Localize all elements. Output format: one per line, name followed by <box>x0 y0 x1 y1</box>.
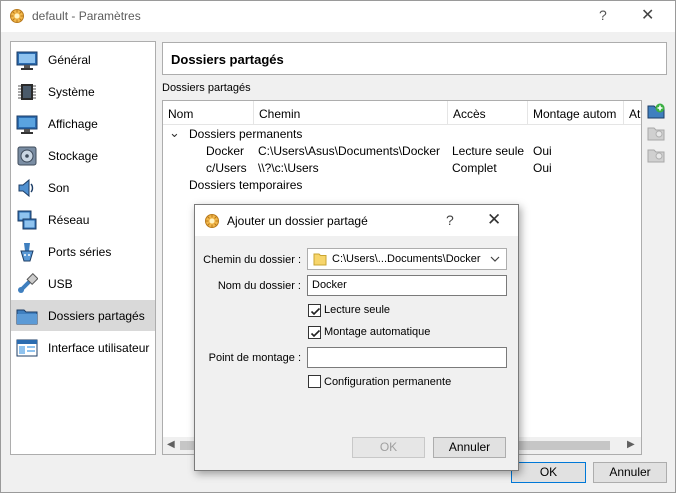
scroll-right-icon[interactable]: ▶ <box>627 439 635 450</box>
permanent-checkbox[interactable] <box>308 375 321 388</box>
sidebar-item-audio[interactable]: Son <box>11 172 155 203</box>
automount-checkbox[interactable] <box>308 326 321 339</box>
sidebar-item-system[interactable]: Système <box>11 76 155 107</box>
column-header-access[interactable]: Accès <box>453 107 486 121</box>
virtualbox-app-icon <box>204 213 220 232</box>
sidebar-item-label: Dossiers partagés <box>48 309 145 323</box>
dialog-title: Ajouter un dossier partagé <box>227 214 368 228</box>
sidebar-item-label: Réseau <box>48 213 90 227</box>
tree-header: Nom Chemin Accès Montage autom At <box>163 101 641 125</box>
add-shared-folder-dialog: Ajouter un dossier partagé ? ✕ Chemin du… <box>194 204 519 471</box>
sidebar-item-display[interactable]: Affichage <box>11 108 155 139</box>
sidebar-item-label: Stockage <box>48 149 99 163</box>
folder-icon <box>313 252 327 269</box>
sidebar-item-serial-ports[interactable]: Ports séries <box>11 236 155 267</box>
monitor-general-icon <box>16 49 38 71</box>
user-interface-icon <box>16 337 38 359</box>
folder-name-label: Nom du dossier : <box>217 280 301 292</box>
close-icon[interactable]: ✕ <box>641 5 654 25</box>
column-separator[interactable] <box>623 101 624 124</box>
sidebar-item-label: Général <box>48 53 91 67</box>
sidebar-item-label: Affichage <box>48 117 98 131</box>
help-icon[interactable]: ? <box>446 212 454 228</box>
column-header-name[interactable]: Nom <box>168 107 193 121</box>
serial-port-icon <box>16 241 38 263</box>
help-icon[interactable]: ? <box>599 7 607 23</box>
group-label: Dossiers partagés <box>162 82 251 94</box>
network-icon <box>16 209 38 231</box>
dialog-cancel-button[interactable]: Annuler <box>433 437 506 458</box>
table-row-name[interactable]: c/Users <box>206 161 247 175</box>
table-row-automount: Oui <box>533 161 552 175</box>
dialog-title-bar: Ajouter un dossier partagé ? ✕ <box>195 205 518 236</box>
automount-label[interactable]: Montage automatique <box>324 326 430 338</box>
sidebar-item-usb[interactable]: USB <box>11 268 155 299</box>
column-header-at[interactable]: At <box>629 107 640 121</box>
ok-button[interactable]: OK <box>511 462 586 483</box>
column-separator[interactable] <box>527 101 528 124</box>
cancel-button[interactable]: Annuler <box>593 462 667 483</box>
mount-point-label: Point de montage : <box>208 352 301 364</box>
chevron-down-icon[interactable] <box>490 253 500 267</box>
table-row-access: Complet <box>452 161 497 175</box>
shared-folder-icon <box>16 305 38 327</box>
sidebar-item-user-interface[interactable]: Interface utilisateur <box>11 332 155 363</box>
table-row-name[interactable]: Docker <box>206 144 244 158</box>
column-header-path[interactable]: Chemin <box>259 107 300 121</box>
table-row-automount: Oui <box>533 144 552 158</box>
tree-group-permanent[interactable]: Dossiers permanents <box>189 127 302 141</box>
column-separator[interactable] <box>447 101 448 124</box>
sidebar-item-shared-folders[interactable]: Dossiers partagés <box>11 300 155 331</box>
page-header: Dossiers partagés <box>162 42 667 75</box>
folder-path-value: C:\Users\...Documents\Docker <box>332 253 481 265</box>
column-separator[interactable] <box>253 101 254 124</box>
permanent-label[interactable]: Configuration permanente <box>324 376 451 388</box>
edit-folder-icon[interactable] <box>647 124 665 142</box>
mount-point-field[interactable] <box>307 347 507 368</box>
scroll-left-icon[interactable]: ◀ <box>167 439 175 450</box>
tree-group-temporary[interactable]: Dossiers temporaires <box>189 178 302 192</box>
column-header-automount[interactable]: Montage autom <box>533 107 616 121</box>
readonly-checkbox[interactable] <box>308 304 321 317</box>
readonly-label[interactable]: Lecture seule <box>324 304 390 316</box>
usb-icon <box>16 272 39 295</box>
folder-name-field[interactable]: Docker <box>307 275 507 296</box>
expand-chevron-icon[interactable]: ⌄ <box>169 125 180 141</box>
sidebar-item-storage[interactable]: Stockage <box>11 140 155 171</box>
settings-sidebar: Général Système Affichage Stockage Son R… <box>10 41 156 455</box>
speaker-icon <box>16 177 38 199</box>
sidebar-item-general[interactable]: Général <box>11 44 155 75</box>
display-icon <box>16 113 38 135</box>
sidebar-item-label: Ports séries <box>48 245 112 259</box>
dialog-ok-button[interactable]: OK <box>352 437 425 458</box>
window-title: default - Paramètres <box>32 9 141 23</box>
table-row-path: \\?\c:\Users <box>258 161 319 175</box>
close-icon[interactable]: ✕ <box>487 210 501 230</box>
chip-icon <box>16 81 38 103</box>
folder-path-label: Chemin du dossier : <box>203 254 301 266</box>
disk-icon <box>16 145 38 167</box>
sidebar-item-label: Son <box>48 181 70 195</box>
page-title: Dossiers partagés <box>171 52 284 67</box>
add-folder-icon[interactable] <box>647 102 665 120</box>
sidebar-item-label: Interface utilisateur <box>48 341 150 355</box>
table-row-path: C:\Users\Asus\Documents\Docker <box>258 144 441 158</box>
remove-folder-icon[interactable] <box>647 146 665 164</box>
virtualbox-app-icon <box>9 8 25 27</box>
folder-path-combo[interactable]: C:\Users\...Documents\Docker <box>307 248 507 270</box>
table-row-access: Lecture seule <box>452 144 525 158</box>
sidebar-item-label: USB <box>48 277 73 291</box>
sidebar-item-network[interactable]: Réseau <box>11 204 155 235</box>
sidebar-item-label: Système <box>48 85 95 99</box>
title-bar: default - Paramètres ? ✕ <box>1 1 675 32</box>
